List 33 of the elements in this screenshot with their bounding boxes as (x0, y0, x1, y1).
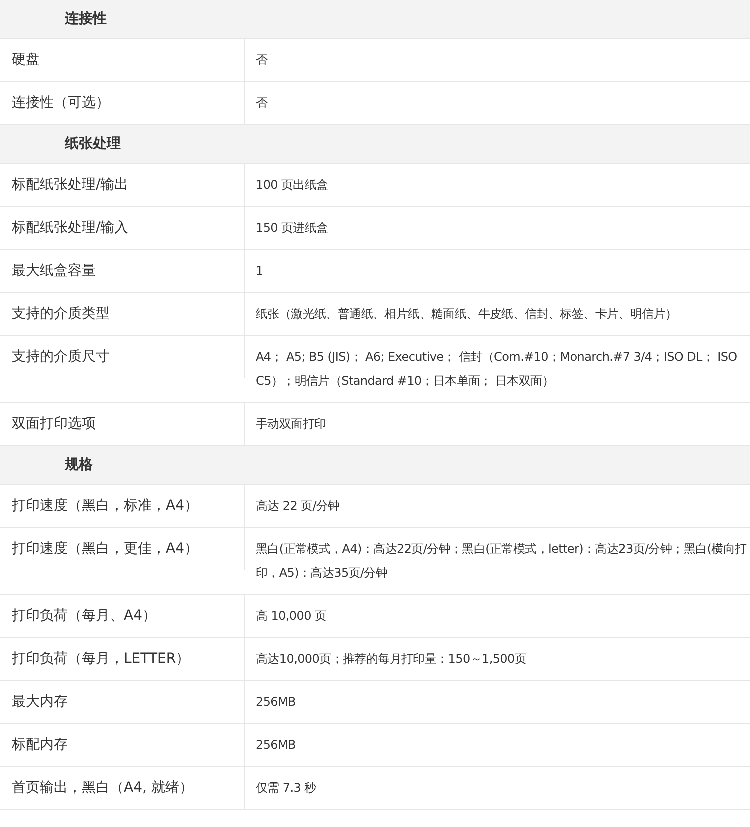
spec-label: 打印速度（黑白，标准，A4） (0, 485, 245, 527)
spec-label: 打印负荷（每月、A4） (0, 595, 245, 637)
spec-value: 仅需 7.3 秒 (255, 780, 318, 797)
spec-label: 标配纸张处理/输入 (0, 207, 245, 249)
spec-label: 标配纸张处理/输出 (0, 164, 245, 206)
spec-value: 150 页进纸盒 (255, 220, 330, 237)
spec-label: 最大纸盒容量 (0, 250, 245, 292)
spec-label: 硬盘 (0, 39, 245, 81)
spec-value: A4； A5; B5 (JIS)； A6; Executive； 信封（Com.#10；Monarch.#7 3/4；ISO DL； ISO C5）；明信片（Standard #10；日本单面； 日本双面） (255, 349, 738, 390)
spec-value: 高达10,000页；推荐的每月打印量：150～1,500页 (255, 651, 528, 668)
spec-label: 连接性（可选） (0, 82, 245, 124)
spec-value: 高达 22 页/分钟 (255, 498, 341, 515)
spec-value: 1 (255, 263, 264, 280)
spec-value: 黑白(正常模式，A4)：高达22页/分钟；黑白(正常模式，letter)：高达23页/分钟；黑白(横向打印，A5)：高达35页/分钟 (255, 541, 748, 582)
section-header: 规格 (0, 446, 750, 485)
spec-label: 打印负荷（每月，LETTER） (0, 638, 245, 680)
spec-value: 否 (255, 95, 269, 112)
section-header: 连接性 (0, 0, 750, 39)
spec-value: 否 (255, 52, 269, 69)
section-header: 纸张处理 (0, 125, 750, 164)
spec-value: 100 页出纸盒 (255, 177, 330, 194)
spec-label: 首页输出，黑白（A4, 就绪） (0, 767, 245, 809)
spec-label: 支持的介质尺寸 (0, 336, 245, 378)
spec-value: 高 10,000 页 (255, 608, 328, 625)
spec-value: 纸张（激光纸、普通纸、相片纸、糙面纸、牛皮纸、信封、标签、卡片、明信片） (255, 306, 678, 323)
spec-label: 打印速度（黑白，更佳，A4） (0, 528, 245, 570)
spec-label: 双面打印选项 (0, 403, 245, 445)
spec-label: 支持的介质类型 (0, 293, 245, 335)
spec-value: 手动双面打印 (255, 416, 328, 433)
spec-label: 标配内存 (0, 724, 245, 766)
spec-value: 256MB (255, 737, 297, 754)
spec-value: 256MB (255, 694, 297, 711)
spec-label: 最大内存 (0, 681, 245, 723)
